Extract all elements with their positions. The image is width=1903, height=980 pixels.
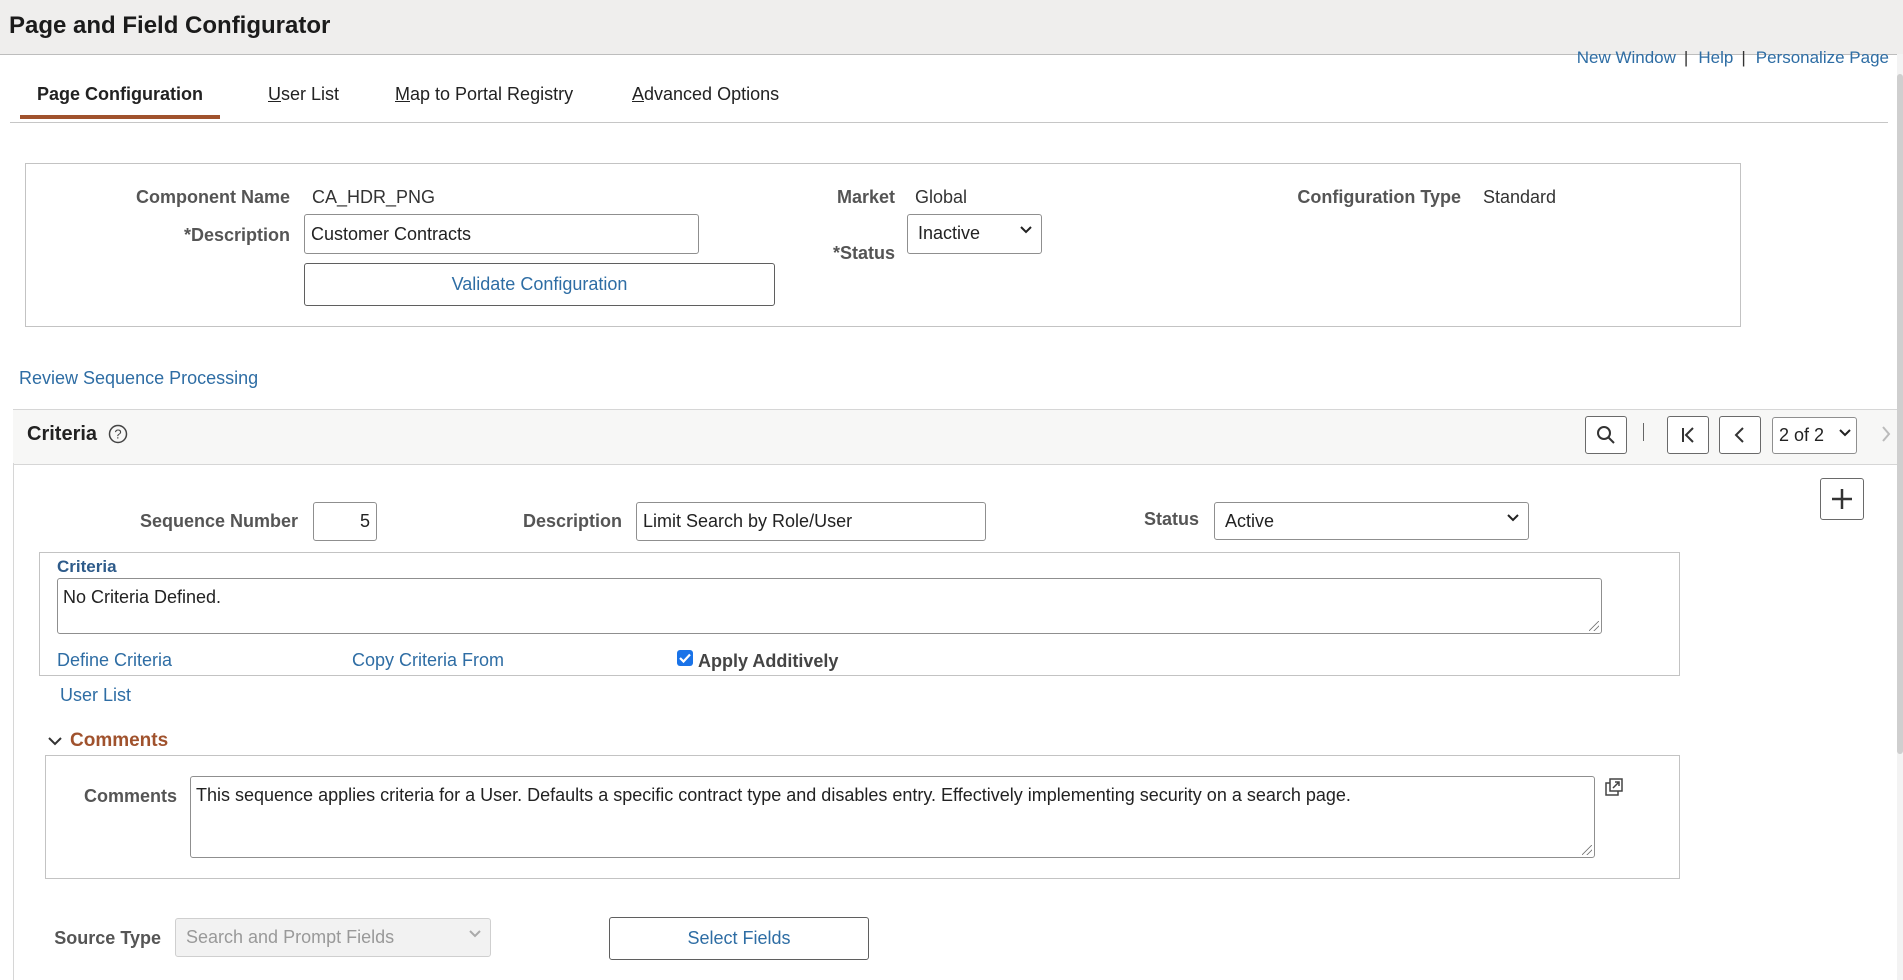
tab-label: Page Configuration: [37, 84, 203, 104]
next-icon[interactable]: [1880, 424, 1892, 449]
criteria-description-label: Description: [522, 511, 622, 531]
plus-icon: [1832, 489, 1852, 509]
page-title: Page and Field Configurator: [9, 12, 331, 39]
chevron-down-icon: [1838, 426, 1852, 445]
comments-section-title[interactable]: Comments: [70, 730, 168, 752]
criteria-panel-title: Criteria: [27, 423, 98, 445]
source-type-select: Search and Prompt Fields: [175, 918, 491, 957]
criteria-textarea[interactable]: No Criteria Defined.: [57, 578, 1602, 634]
pager-select[interactable]: 2 of 2: [1772, 417, 1857, 454]
sequence-number-field[interactable]: [313, 502, 377, 541]
chevron-down-icon: [1019, 223, 1033, 242]
search-icon: [1597, 426, 1615, 444]
first-page-icon: [1682, 427, 1694, 443]
tab-bar: Page Configuration User List Map to Port…: [10, 80, 1888, 123]
personalize-page-link[interactable]: Personalize Page: [1756, 48, 1889, 67]
criteria-status-select[interactable]: Active: [1214, 502, 1529, 540]
new-window-link[interactable]: New Window: [1577, 48, 1676, 67]
select-fields-button[interactable]: Select Fields: [609, 917, 869, 960]
validate-configuration-button[interactable]: Validate Configuration: [304, 263, 775, 306]
tab-accesskey: U: [268, 84, 281, 104]
chevron-down-icon[interactable]: [47, 733, 63, 754]
chevron-down-icon: [1506, 511, 1520, 530]
search-button[interactable]: [1585, 416, 1627, 454]
previous-button[interactable]: [1719, 416, 1761, 454]
pager-select-value: 2 of 2: [1779, 425, 1825, 445]
criteria-group-title: Criteria: [57, 557, 117, 576]
question-circle-icon[interactable]: ?: [108, 424, 128, 449]
criteria-status-select-value: Active: [1225, 511, 1275, 531]
comments-textarea[interactable]: This sequence applies criteria for a Use…: [190, 776, 1595, 858]
market-label: Market: [836, 187, 895, 207]
separator: |: [1683, 48, 1689, 67]
user-list-link[interactable]: User List: [60, 685, 131, 706]
resize-handle-icon[interactable]: [1589, 621, 1599, 631]
panel-left-border: [13, 463, 14, 980]
define-criteria-link[interactable]: Define Criteria: [57, 650, 172, 671]
checkmark-icon: [679, 653, 691, 664]
page-scrollbar[interactable]: [1897, 54, 1903, 980]
chevron-down-icon: [468, 927, 482, 946]
status-select-value: Inactive: [918, 223, 981, 243]
expand-window-icon[interactable]: [1604, 777, 1624, 802]
tab-map-to-portal-registry[interactable]: Map to Portal Registry: [395, 84, 573, 115]
apply-additively-checkbox[interactable]: [677, 650, 693, 666]
comments-text: This sequence applies criteria for a Use…: [196, 785, 1351, 805]
add-row-button[interactable]: [1820, 478, 1864, 520]
sequence-number-label: Sequence Number: [139, 511, 298, 531]
source-type-label: Source Type: [54, 928, 161, 948]
tab-label: ap to Portal Registry: [410, 84, 574, 104]
status-label: *Status: [832, 243, 895, 263]
tab-advanced-options[interactable]: Advanced Options: [632, 84, 779, 115]
source-type-value: Search and Prompt Fields: [186, 927, 395, 947]
status-select[interactable]: Inactive: [907, 214, 1042, 254]
pager-divider: [1643, 423, 1644, 441]
tab-label: ser List: [281, 84, 340, 104]
tab-page-configuration[interactable]: Page Configuration: [20, 84, 220, 119]
market-value: Global: [915, 187, 968, 207]
review-sequence-processing-link[interactable]: Review Sequence Processing: [19, 368, 258, 389]
resize-handle-icon[interactable]: [1582, 845, 1592, 855]
title-bar: Page and Field Configurator: [0, 0, 1903, 55]
criteria-status-label: Status: [1143, 509, 1199, 529]
comments-label: Comments: [83, 786, 177, 806]
tab-label: dvanced Options: [644, 84, 780, 104]
help-link[interactable]: Help: [1698, 48, 1733, 67]
apply-additively-label: Apply Additively: [698, 651, 839, 671]
scrollbar-thumb[interactable]: [1897, 74, 1903, 754]
tab-user-list[interactable]: User List: [268, 84, 339, 115]
configuration-type-label: Configuration Type: [1297, 187, 1461, 207]
separator: |: [1741, 48, 1746, 67]
svg-text:?: ?: [114, 427, 121, 442]
copy-criteria-from-link[interactable]: Copy Criteria From: [352, 650, 504, 671]
tab-accesskey: A: [632, 84, 645, 104]
criteria-text: No Criteria Defined.: [63, 587, 222, 607]
tab-accesskey: M: [395, 84, 410, 104]
first-page-button[interactable]: [1667, 416, 1709, 454]
description-label: *Description: [183, 225, 290, 245]
component-name-value: CA_HDR_PNG: [312, 187, 436, 207]
description-field[interactable]: [304, 214, 699, 254]
configuration-type-value: Standard: [1483, 187, 1557, 207]
component-name-label: Component Name: [135, 187, 290, 207]
top-links: New Window | Help | Personalize Page: [1577, 48, 1889, 68]
previous-icon: [1734, 427, 1744, 443]
criteria-description-field[interactable]: [636, 502, 986, 541]
